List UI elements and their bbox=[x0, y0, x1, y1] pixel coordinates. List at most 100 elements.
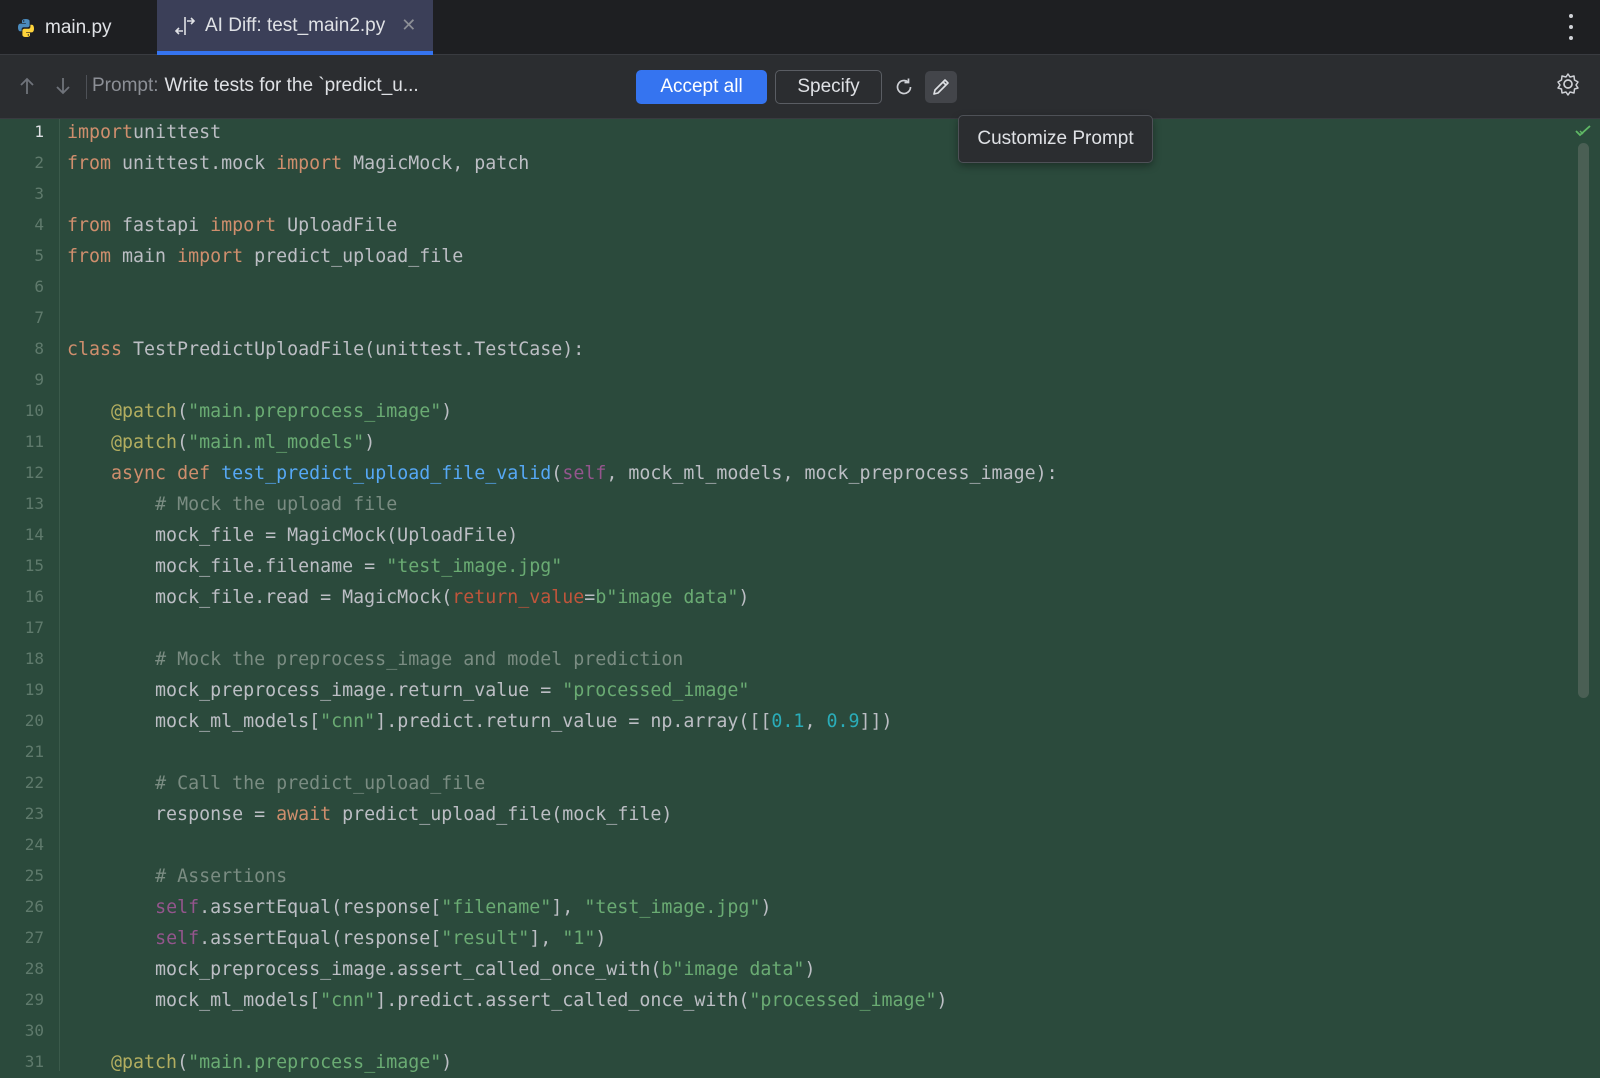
tab-bar: main.py AI Diff: test_main2.py ✕ bbox=[0, 0, 1600, 55]
code-line[interactable]: @patch("main.preprocess_image") bbox=[67, 396, 452, 427]
gear-icon[interactable] bbox=[1554, 70, 1582, 98]
code-line[interactable]: mock_file.filename = "test_image.jpg" bbox=[67, 551, 562, 582]
code-line[interactable]: mock_preprocess_image.return_value = "pr… bbox=[67, 675, 749, 706]
regenerate-button[interactable] bbox=[888, 71, 920, 103]
code-line[interactable]: importunittest bbox=[67, 117, 221, 148]
code-token: "processed_image" bbox=[562, 680, 750, 701]
code-token: ], bbox=[551, 897, 585, 918]
code-token: import bbox=[210, 215, 277, 236]
code-line[interactable]: # Mock the upload file bbox=[67, 489, 397, 520]
line-number: 25 bbox=[24, 866, 44, 885]
code-token: ( bbox=[177, 401, 189, 422]
code-token: ], bbox=[529, 928, 563, 949]
code-token: self bbox=[155, 928, 200, 949]
line-number: 11 bbox=[24, 432, 44, 451]
code-line[interactable]: # Assertions bbox=[67, 861, 287, 892]
line-number: 29 bbox=[24, 990, 44, 1009]
code-token: "main.preprocess_image" bbox=[188, 401, 442, 422]
next-change-icon[interactable] bbox=[54, 75, 72, 97]
code-line[interactable]: mock_ml_models["cnn"].predict.assert_cal… bbox=[67, 985, 947, 1016]
line-number: 24 bbox=[24, 835, 44, 854]
code-token: mock_preprocess_image.assert_called_once… bbox=[67, 959, 662, 980]
code-token: response = bbox=[67, 804, 277, 825]
line-number: 12 bbox=[24, 463, 44, 482]
code-token: b"image data" bbox=[661, 959, 805, 980]
code-line[interactable]: # Mock the preprocess_image and model pr… bbox=[67, 644, 683, 675]
customize-prompt-button[interactable] bbox=[925, 71, 957, 103]
specify-button[interactable]: Specify bbox=[775, 70, 882, 104]
code-line[interactable]: # Call the predict_upload_file bbox=[67, 768, 485, 799]
code-token: predict_upload_file bbox=[243, 246, 464, 267]
code-token: ) bbox=[760, 897, 772, 918]
line-number: 31 bbox=[24, 1052, 44, 1071]
pencil-icon bbox=[933, 79, 949, 95]
code-token: "cnn" bbox=[320, 990, 376, 1011]
code-token: mock_file.filename = bbox=[67, 556, 387, 577]
code-token: .assertEqual(response[ bbox=[199, 897, 442, 918]
line-number: 19 bbox=[24, 680, 44, 699]
tab-ai-diff[interactable]: AI Diff: test_main2.py ✕ bbox=[157, 0, 433, 55]
code-token: "test_image.jpg" bbox=[584, 897, 761, 918]
line-number: 4 bbox=[34, 215, 44, 234]
code-line[interactable]: from fastapi import UploadFile bbox=[67, 210, 397, 241]
code-token: mock_ml_models[ bbox=[67, 990, 321, 1011]
prompt-value: Write tests for the `predict_u... bbox=[164, 75, 419, 96]
code-token: UploadFile bbox=[276, 215, 398, 236]
accept-all-button[interactable]: Accept all bbox=[636, 70, 767, 104]
code-line[interactable]: mock_preprocess_image.assert_called_once… bbox=[67, 954, 815, 985]
line-number: 9 bbox=[34, 370, 44, 389]
code-line[interactable]: @patch("main.preprocess_image") bbox=[67, 1047, 452, 1078]
code-token: mock_file = MagicMock(UploadFile) bbox=[67, 525, 519, 546]
line-number: 20 bbox=[24, 711, 44, 730]
code-token: mock_preprocess_image.return_value = bbox=[67, 680, 563, 701]
code-token: "main.ml_models" bbox=[188, 432, 365, 453]
code-token: mock_file.read = MagicMock( bbox=[67, 587, 453, 608]
code-token: ( bbox=[177, 1052, 189, 1073]
code-token: "main.preprocess_image" bbox=[188, 1052, 442, 1073]
code-token: # Assertions bbox=[155, 866, 288, 887]
code-line[interactable]: mock_file = MagicMock(UploadFile) bbox=[67, 520, 518, 551]
code-token: from bbox=[67, 215, 112, 236]
code-token: .assertEqual(response[ bbox=[199, 928, 442, 949]
toolbar-divider bbox=[86, 75, 87, 99]
code-token: 0.9 bbox=[826, 711, 860, 732]
code-line[interactable]: response = await predict_upload_file(moc… bbox=[67, 799, 672, 830]
line-number: 22 bbox=[24, 773, 44, 792]
code-token: @patch bbox=[111, 1052, 178, 1073]
code-line[interactable]: from main import predict_upload_file bbox=[67, 241, 463, 272]
code-token: predict_upload_file(mock_file) bbox=[331, 804, 673, 825]
code-line[interactable]: mock_file.read = MagicMock(return_value=… bbox=[67, 582, 749, 613]
code-token: test_predict_upload_file_valid bbox=[221, 463, 552, 484]
code-token: ( bbox=[551, 463, 563, 484]
previous-change-icon[interactable] bbox=[18, 75, 36, 97]
line-number: 21 bbox=[24, 742, 44, 761]
code-line[interactable]: async def test_predict_upload_file_valid… bbox=[67, 458, 1058, 489]
line-number: 16 bbox=[24, 587, 44, 606]
more-options-icon[interactable] bbox=[1568, 14, 1574, 40]
code-line[interactable]: @patch("main.ml_models") bbox=[67, 427, 375, 458]
close-icon[interactable]: ✕ bbox=[401, 15, 416, 36]
customize-prompt-tooltip: Customize Prompt bbox=[958, 115, 1153, 163]
code-token: @patch bbox=[111, 432, 178, 453]
code-token: = bbox=[584, 587, 596, 608]
code-token: mock_ml_models[ bbox=[67, 711, 321, 732]
code-token: self bbox=[155, 897, 200, 918]
vertical-scrollbar[interactable] bbox=[1578, 143, 1589, 698]
code-token: TestPredictUploadFile(unittest.TestCase)… bbox=[122, 339, 585, 360]
code-line[interactable]: from unittest.mock import MagicMock, pat… bbox=[67, 148, 529, 179]
code-editor[interactable]: 1 2 3 4 5 6 7 8 9 10 11 12 13 14 15 16 17 18 19 20 21 22 23 24 2… bbox=[0, 117, 1600, 1073]
python-icon bbox=[18, 18, 34, 37]
diff-icon bbox=[174, 16, 196, 35]
code-token: "processed_image" bbox=[749, 990, 937, 1011]
code-line[interactable]: class TestPredictUploadFile(unittest.Tes… bbox=[67, 334, 584, 365]
line-number: 27 bbox=[24, 928, 44, 947]
line-number: 10 bbox=[24, 401, 44, 420]
code-token: ( bbox=[177, 432, 189, 453]
code-line[interactable]: mock_ml_models["cnn"].predict.return_val… bbox=[67, 706, 892, 737]
tab-main-py[interactable]: main.py bbox=[16, 0, 112, 55]
code-line[interactable]: self.assertEqual(response["filename"], "… bbox=[67, 892, 771, 923]
code-line[interactable]: self.assertEqual(response["result"], "1"… bbox=[67, 923, 606, 954]
